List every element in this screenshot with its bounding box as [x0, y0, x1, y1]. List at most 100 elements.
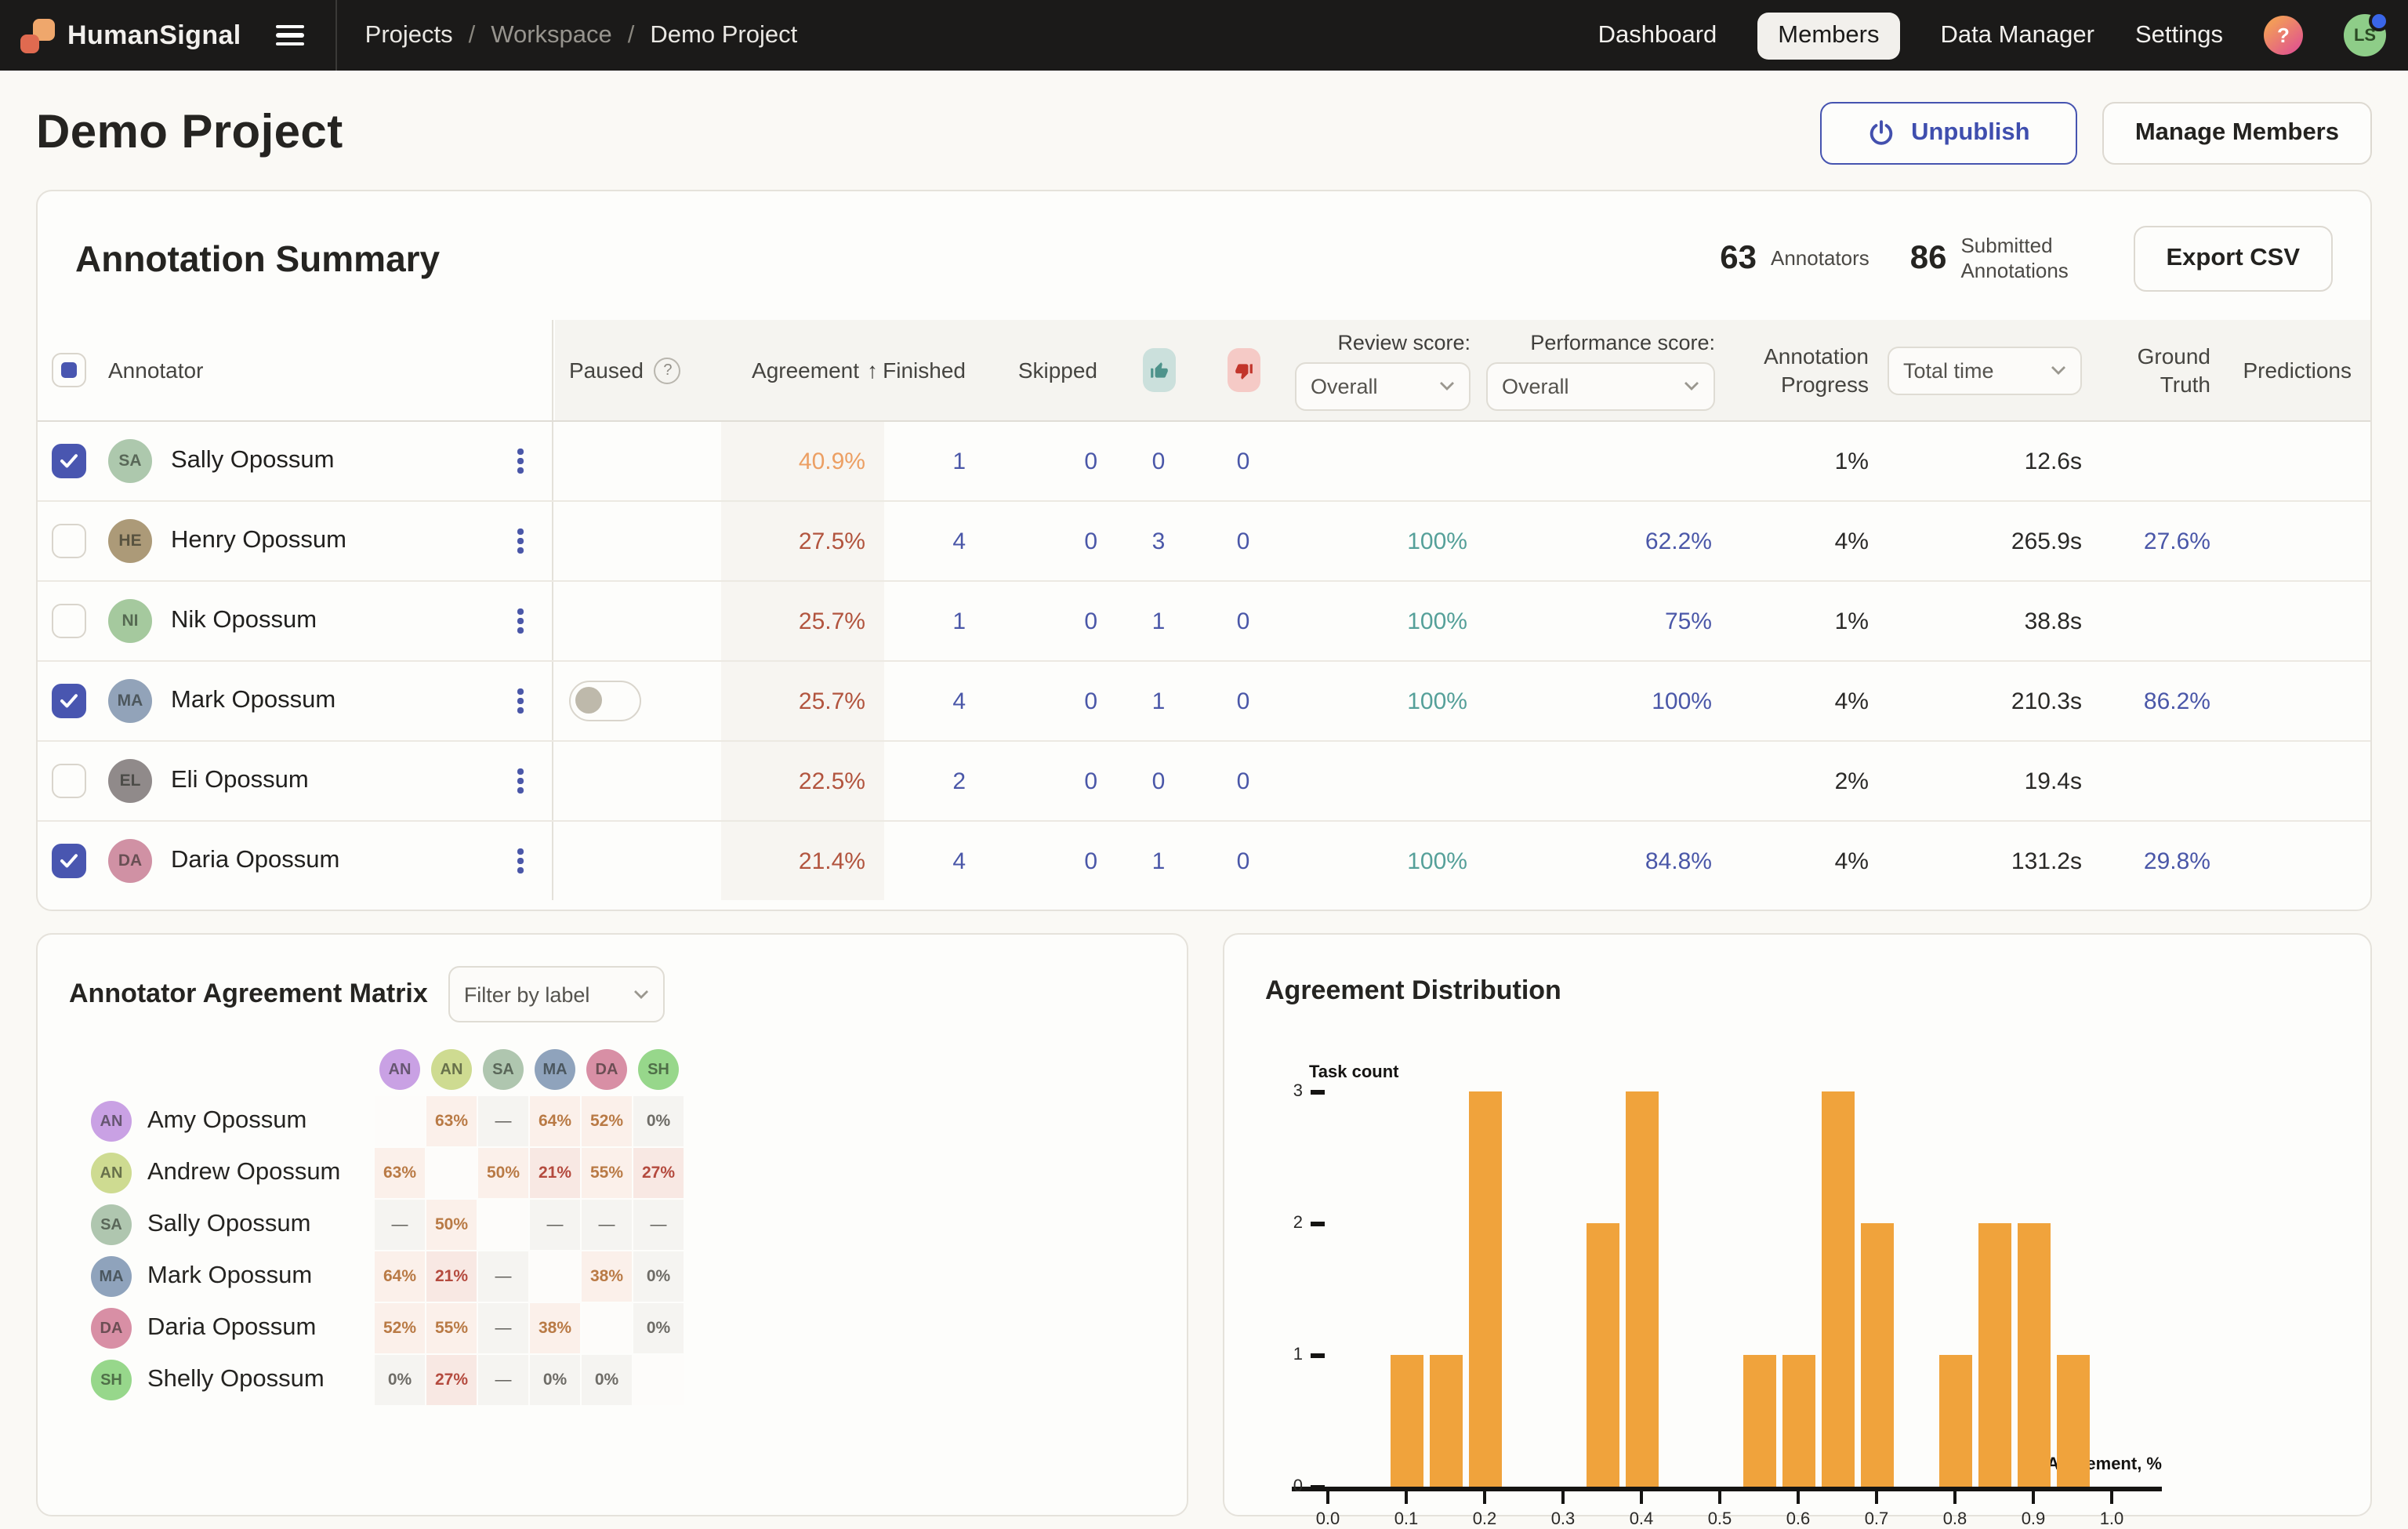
x-tick: [1326, 1491, 1329, 1504]
humansignal-logo[interactable]: HumanSignal: [0, 18, 263, 53]
nav-item-settings[interactable]: Settings: [2135, 21, 2223, 49]
breadcrumb-separator: /: [628, 21, 635, 49]
matrix-cell: 27%: [426, 1355, 477, 1405]
avatar: SH: [91, 1360, 132, 1400]
kebab-menu-icon[interactable]: [505, 449, 536, 474]
col-predictions: Predictions: [2229, 320, 2370, 420]
hamburger-menu-icon[interactable]: [276, 24, 304, 46]
total-time-value: 131.2s: [1888, 822, 2101, 900]
histogram-bar: [1938, 1355, 1971, 1487]
ground-truth-value: 29.8%: [2101, 822, 2229, 900]
chevron-down-icon: [1439, 381, 1455, 390]
select-all-checkbox[interactable]: [52, 353, 86, 387]
performance-score-value: [1486, 422, 1731, 500]
matrix-column-avatar: AN: [431, 1049, 472, 1090]
annotation-progress-value: 4%: [1731, 502, 1888, 580]
col-agreement[interactable]: Agreement ↑: [721, 320, 884, 420]
col-skipped: Skipped: [985, 320, 1116, 420]
annotator-name: Daria Opossum: [154, 822, 489, 900]
matrix-row-label: ANAndrew Opossum: [69, 1148, 373, 1198]
row-avatar-cell: MA: [91, 662, 154, 740]
row-checkbox-cell: [38, 582, 91, 660]
top-nav-bar: HumanSignal Projects / Workspace / Demo …: [0, 0, 2408, 71]
matrix-cell: 64%: [530, 1096, 580, 1146]
notification-dot: [2369, 11, 2389, 31]
toggle-knob: [575, 686, 602, 713]
paused-help-icon[interactable]: ?: [655, 357, 681, 383]
paused-cell: [552, 582, 721, 660]
kebab-menu-icon[interactable]: [505, 529, 536, 554]
avatar: MA: [108, 679, 152, 723]
performance-score-dropdown[interactable]: Overall: [1486, 361, 1715, 410]
col-ground-truth: Ground Truth: [2101, 320, 2229, 420]
user-avatar[interactable]: LS: [2344, 14, 2386, 56]
row-checkbox[interactable]: [52, 684, 86, 718]
row-checkbox[interactable]: [52, 444, 86, 478]
histogram-bar: [1625, 1091, 1658, 1487]
unpublish-button[interactable]: Unpublish: [1820, 102, 2077, 165]
nav-item-members[interactable]: Members: [1757, 12, 1899, 59]
matrix-annotator-name: Sally Opossum: [147, 1211, 310, 1239]
agreement-label: Agreement: [752, 358, 859, 383]
matrix-column-avatar: MA: [535, 1049, 575, 1090]
col-performance-score: Performance score: Overall: [1486, 320, 1731, 420]
thumbs-up-count: 1: [1116, 822, 1201, 900]
finished-value: 4: [884, 662, 985, 740]
x-tick: [1797, 1491, 1800, 1504]
chevron-down-icon: [633, 990, 649, 999]
matrix-cell: —: [530, 1200, 580, 1250]
kebab-menu-icon[interactable]: [505, 689, 536, 714]
histogram-bar: [1860, 1223, 1893, 1487]
breadcrumb-workspace[interactable]: Workspace: [491, 21, 612, 49]
agreement-value: 25.7%: [721, 662, 884, 740]
matrix-cell: —: [478, 1303, 528, 1353]
export-csv-button[interactable]: Export CSV: [2133, 226, 2333, 292]
annotator-table-body: SASally Opossum40.9%10001%12.6sHEHenry O…: [38, 422, 2370, 910]
kebab-menu-icon[interactable]: [505, 769, 536, 794]
annotators-count: 63: [1720, 240, 1757, 278]
finished-value: 2: [884, 742, 985, 820]
table-row: HEHenry Opossum27.5%4030100%62.2%4%265.9…: [38, 502, 2370, 582]
matrix-cell: 0%: [530, 1355, 580, 1405]
review-score-value: [1286, 422, 1486, 500]
kebab-menu-icon[interactable]: [505, 849, 536, 873]
filter-by-label-dropdown[interactable]: Filter by label: [448, 966, 665, 1022]
row-checkbox-cell: [38, 662, 91, 740]
total-time-dropdown[interactable]: Total time: [1888, 346, 2082, 394]
annotators-label: Annotators: [1771, 246, 1869, 272]
matrix-row-label: SASally Opossum: [69, 1200, 373, 1250]
histogram-bar: [1782, 1355, 1815, 1487]
matrix-row-label: SH Shelly Opossum: [69, 1355, 373, 1405]
logo-text: HumanSignal: [67, 20, 241, 51]
row-checkbox[interactable]: [52, 764, 86, 798]
thumbs-down-count: 0: [1201, 582, 1286, 660]
table-row: SASally Opossum40.9%10001%12.6s: [38, 422, 2370, 502]
matrix-cell: 21%: [530, 1148, 580, 1198]
breadcrumb-separator: /: [469, 21, 476, 49]
chevron-down-icon: [1684, 381, 1699, 390]
x-tick-label: 0.7: [1853, 1510, 1900, 1529]
matrix-cell: —: [633, 1200, 684, 1250]
row-avatar-cell: NI: [91, 582, 154, 660]
ground-truth-value: [2101, 742, 2229, 820]
paused-toggle[interactable]: [569, 681, 641, 721]
paused-cell: [552, 742, 721, 820]
matrix-cell: —: [478, 1355, 528, 1405]
paused-label: Paused: [569, 358, 644, 383]
kebab-menu-icon[interactable]: [505, 609, 536, 634]
nav-item-data-manager[interactable]: Data Manager: [1941, 21, 2094, 49]
breadcrumb-projects[interactable]: Projects: [365, 21, 453, 49]
table-row: DADaria Opossum21.4%4010100%84.8%4%131.2…: [38, 822, 2370, 900]
review-score-dropdown[interactable]: Overall: [1295, 361, 1471, 410]
matrix-annotator-name: Shelly Opossum: [147, 1366, 325, 1394]
row-checkbox-cell: [38, 422, 91, 500]
row-checkbox[interactable]: [52, 604, 86, 638]
help-icon[interactable]: ?: [2264, 16, 2303, 55]
row-checkbox[interactable]: [52, 524, 86, 558]
histogram-bar: [1743, 1355, 1775, 1487]
manage-members-button[interactable]: Manage Members: [2102, 102, 2372, 165]
nav-item-dashboard[interactable]: Dashboard: [1598, 21, 1717, 49]
x-tick: [2032, 1491, 2035, 1504]
col-annotator: Annotator: [91, 320, 489, 420]
row-checkbox[interactable]: [52, 844, 86, 878]
